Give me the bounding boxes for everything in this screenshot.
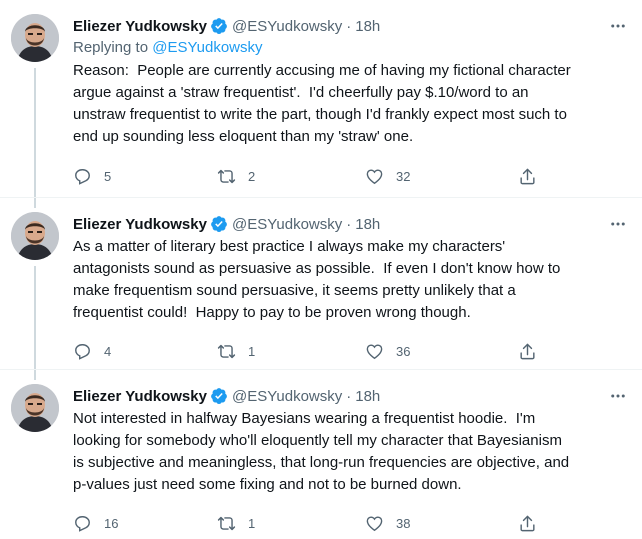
more-options-icon[interactable] (608, 214, 628, 234)
avatar[interactable] (11, 384, 59, 432)
tweet-thread: Eliezer Yudkowsky @ESYudkowsky · 18h Rep… (0, 0, 642, 539)
timestamp[interactable]: 18h (355, 388, 380, 405)
more-options-icon[interactable] (608, 386, 628, 406)
retweet-arrows-icon (217, 167, 236, 186)
author-handle[interactable]: @ESYudkowsky (232, 216, 342, 233)
replying-handle-link[interactable]: @ESYudkowsky (152, 39, 262, 56)
author-handle[interactable]: @ESYudkowsky (232, 388, 342, 405)
reply-button[interactable]: 5 (73, 166, 111, 186)
tweet-text: As a matter of literary best practice I … (73, 238, 561, 321)
separator-dot: · (346, 387, 352, 405)
tweet-actions: 4 1 36 (73, 341, 543, 361)
replying-to: Replying to @ESYudkowsky (73, 38, 628, 58)
tweet-text: Not interested in halfway Bayesians wear… (73, 410, 570, 493)
heart-icon (365, 167, 384, 186)
verified-badge-icon (210, 387, 228, 405)
verified-badge-icon (210, 17, 228, 35)
avatar[interactable] (11, 14, 59, 62)
like-button[interactable]: 32 (365, 166, 410, 186)
retweet-button[interactable]: 2 (217, 166, 255, 186)
verified-badge-icon (210, 215, 228, 233)
share-button[interactable] (518, 513, 537, 533)
heart-icon (365, 342, 384, 361)
reply-bubble-icon (73, 342, 92, 361)
replying-prefix: Replying to (73, 39, 153, 56)
share-upload-icon (518, 514, 537, 533)
like-button[interactable]: 38 (365, 513, 410, 533)
retweet-arrows-icon (217, 342, 236, 361)
tweet-actions: 16 1 38 (73, 513, 543, 533)
tweet[interactable]: Eliezer Yudkowsky @ESYudkowsky · 18h As … (0, 198, 642, 370)
avatar[interactable] (11, 212, 59, 260)
reply-button[interactable]: 16 (73, 513, 118, 533)
reply-bubble-icon (73, 167, 92, 186)
heart-icon (365, 514, 384, 533)
like-button[interactable]: 36 (365, 341, 410, 361)
author-name[interactable]: Eliezer Yudkowsky (73, 18, 207, 35)
tweet[interactable]: Eliezer Yudkowsky @ESYudkowsky · 18h Not… (0, 370, 642, 539)
tweet[interactable]: Eliezer Yudkowsky @ESYudkowsky · 18h Rep… (0, 0, 642, 198)
reply-count: 4 (104, 343, 112, 359)
like-count: 32 (396, 168, 411, 184)
reply-count: 16 (104, 515, 119, 531)
like-count: 38 (396, 515, 411, 531)
retweet-count: 1 (248, 343, 256, 359)
timestamp[interactable]: 18h (355, 18, 380, 35)
retweet-button[interactable]: 1 (217, 513, 255, 533)
retweet-count: 2 (248, 168, 256, 184)
share-upload-icon (518, 167, 537, 186)
share-upload-icon (518, 342, 537, 361)
reply-button[interactable]: 4 (73, 341, 111, 361)
tweet-text: Reason: People are currently accusing me… (73, 62, 571, 145)
tweet-actions: 5 2 32 (73, 166, 543, 186)
share-button[interactable] (518, 341, 537, 361)
retweet-count: 1 (248, 515, 256, 531)
separator-dot: · (346, 215, 352, 233)
reply-bubble-icon (73, 514, 92, 533)
author-name[interactable]: Eliezer Yudkowsky (73, 216, 207, 233)
separator-dot: · (346, 17, 352, 35)
author-name[interactable]: Eliezer Yudkowsky (73, 388, 207, 405)
author-handle[interactable]: @ESYudkowsky (232, 18, 342, 35)
reply-count: 5 (104, 168, 112, 184)
retweet-button[interactable]: 1 (217, 341, 255, 361)
more-options-icon[interactable] (608, 16, 628, 36)
timestamp[interactable]: 18h (355, 216, 380, 233)
retweet-arrows-icon (217, 514, 236, 533)
share-button[interactable] (518, 166, 537, 186)
like-count: 36 (396, 343, 411, 359)
